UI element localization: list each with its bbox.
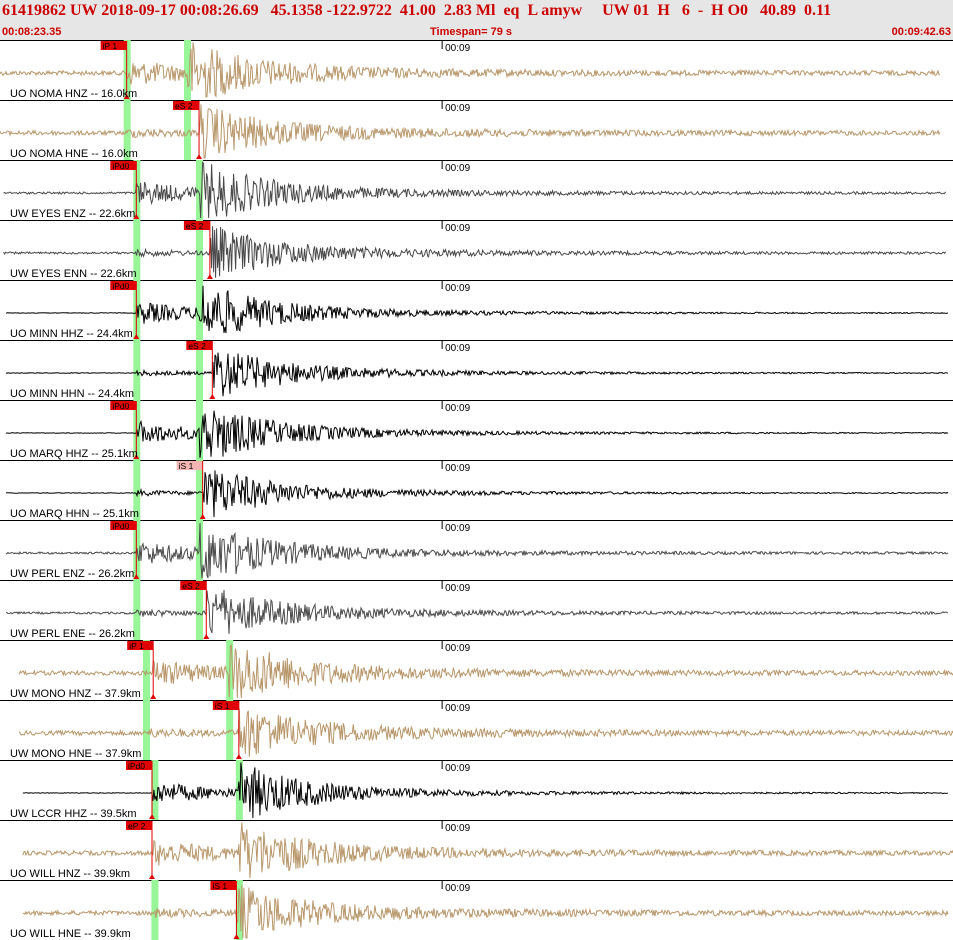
channel-label: UW MONO HNZ -- 37.9km — [10, 688, 141, 700]
timespan-label: Timespan= 79 s — [430, 26, 513, 38]
waveform-trace — [18, 644, 953, 699]
phase-pick-label: eS 2 — [186, 221, 204, 231]
waveform-trace — [22, 822, 953, 879]
phase-pick-marker — [196, 154, 203, 159]
minute-tick-label: 00:09 — [445, 283, 470, 294]
phase-pick-label: iS 1 — [179, 461, 194, 471]
window-end-time: 00:09:42.63 — [891, 26, 951, 38]
waveform-trace — [22, 762, 948, 819]
waveform-trace — [5, 470, 949, 518]
channel-label: UO WILL HNZ -- 39.9km — [10, 868, 130, 880]
channel-label: UO MARQ HHZ -- 25.1km — [10, 448, 138, 460]
seismogram-panel[interactable]: 00:09 iP 1 UO NOMA HNZ -- 16.0km 00:09 eS 2 U… — [0, 40, 953, 940]
event-summary-line: 61419862 UW 2018-09-17 00:08:26.69 45.13… — [2, 2, 832, 19]
waveform-trace — [5, 352, 948, 397]
channel-label: UW MONO HNE -- 37.9km — [10, 748, 141, 760]
minute-tick-label: 00:09 — [445, 343, 470, 354]
minute-tick-label: 00:09 — [445, 103, 470, 114]
phase-pick-label: iPd0 — [112, 281, 129, 291]
waveform-trace — [6, 589, 949, 634]
channel-label: UO MARQ HHN -- 25.1km — [10, 508, 139, 520]
waveform-trace — [3, 226, 947, 278]
minute-tick-label: 00:09 — [445, 703, 470, 714]
phase-pick-label: iPd0 — [112, 521, 129, 531]
minute-tick-label: 00:09 — [445, 883, 470, 894]
waveform-trace — [18, 708, 953, 757]
channel-label: UW EYES ENZ -- 22.6km — [10, 208, 135, 220]
channel-label: UW PERL ENZ -- 26.2km — [10, 568, 134, 580]
minute-tick-label: 00:09 — [445, 643, 470, 654]
minute-tick-label: 00:09 — [445, 463, 470, 474]
phase-pick-marker — [209, 394, 216, 399]
phase-pick-marker — [150, 694, 157, 699]
channel-label: UO MINN HHN -- 24.4km — [10, 388, 134, 400]
waveform-trace — [5, 410, 949, 459]
phase-pick-marker — [203, 634, 210, 639]
waveform-trace — [5, 285, 949, 334]
channel-label: UO NOMA HNZ -- 16.0km — [10, 88, 137, 100]
phase-pick-label: iPd0 — [112, 401, 129, 411]
phase-pick-label: iS 1 — [212, 881, 227, 891]
phase-pick-marker — [148, 874, 155, 879]
waveform-trace — [5, 523, 949, 579]
phase-pick-marker — [206, 274, 213, 279]
phase-pick-label: eS 2 — [182, 581, 200, 591]
minute-tick-label: 00:09 — [445, 763, 470, 774]
minute-tick-label: 00:09 — [445, 823, 470, 834]
waveform-trace — [3, 161, 947, 219]
phase-pick-label: iP 1 — [129, 641, 144, 651]
predicted-p-band — [133, 340, 141, 400]
minute-tick-label: 00:09 — [445, 223, 470, 234]
minute-tick-label: 00:09 — [445, 403, 470, 414]
channel-label: UW PERL ENE -- 26.2km — [10, 628, 135, 640]
minute-tick-label: 00:09 — [445, 163, 470, 174]
minute-tick-label: 00:09 — [445, 43, 470, 54]
phase-pick-label: iP 1 — [103, 41, 118, 51]
phase-pick-label: eS 2 — [188, 341, 206, 351]
phase-pick-label: eS 2 — [175, 101, 193, 111]
channel-label: UW EYES ENN -- 22.6km — [10, 268, 137, 280]
phase-pick-label: iPd0 — [128, 761, 145, 771]
window-start-time: 00:08:23.35 — [2, 26, 62, 38]
phase-pick-marker — [235, 754, 242, 759]
predicted-p-band — [142, 700, 150, 760]
event-header: 61419862 UW 2018-09-17 00:08:26.69 45.13… — [0, 0, 953, 41]
waveform-trace — [22, 885, 949, 939]
minute-tick-label: 00:09 — [445, 583, 470, 594]
minute-tick-label: 00:09 — [445, 523, 470, 534]
phase-pick-label: iS 1 — [215, 701, 230, 711]
phase-pick-label: eP 2 — [128, 821, 146, 831]
channel-label: UO WILL HNE -- 39.9km — [10, 928, 131, 940]
channel-label: UW LCCR HHZ -- 39.5km — [10, 808, 137, 820]
channel-label: UO MINN HHZ -- 24.4km — [10, 328, 133, 340]
channel-label: UO NOMA HNE -- 16.0km — [10, 148, 138, 160]
phase-pick-label: iPd0 — [112, 161, 129, 171]
